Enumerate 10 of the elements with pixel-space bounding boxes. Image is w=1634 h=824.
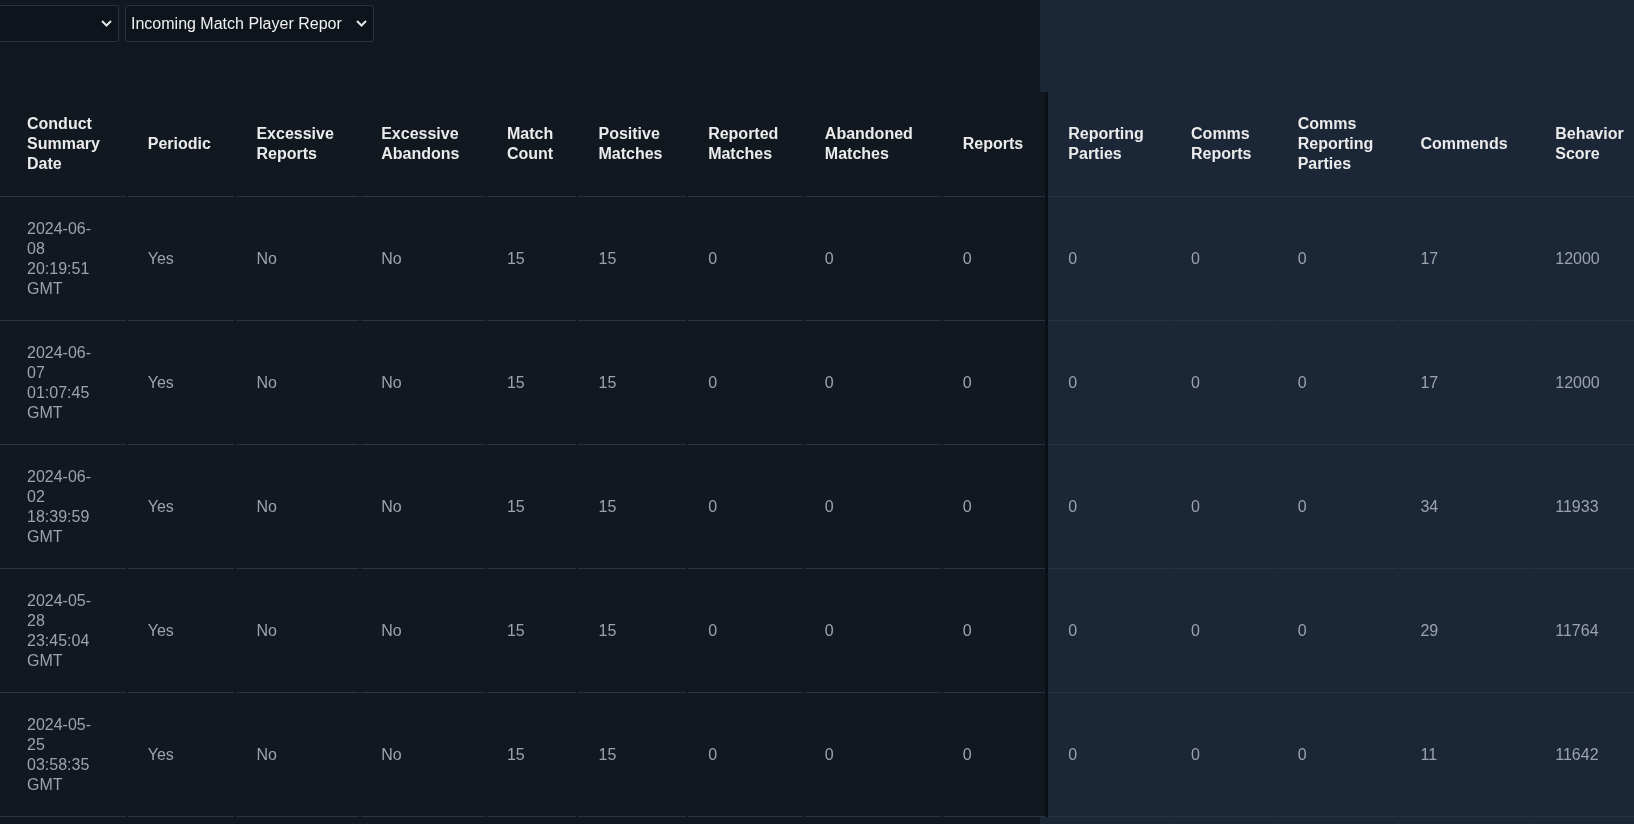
table-cell: 0: [942, 321, 1047, 445]
dropdown[interactable]: [0, 5, 119, 42]
chevron-down-icon: [101, 20, 112, 27]
column-header: Reports: [942, 92, 1047, 197]
dropdown[interactable]: Incoming Match Player Repor: [125, 5, 374, 42]
table-cell: 0: [942, 197, 1047, 321]
table-cell: 0: [942, 569, 1047, 693]
table-cell: 0: [942, 693, 1047, 817]
chevron-down-icon: [356, 20, 367, 27]
table-cell: 0: [942, 445, 1047, 569]
